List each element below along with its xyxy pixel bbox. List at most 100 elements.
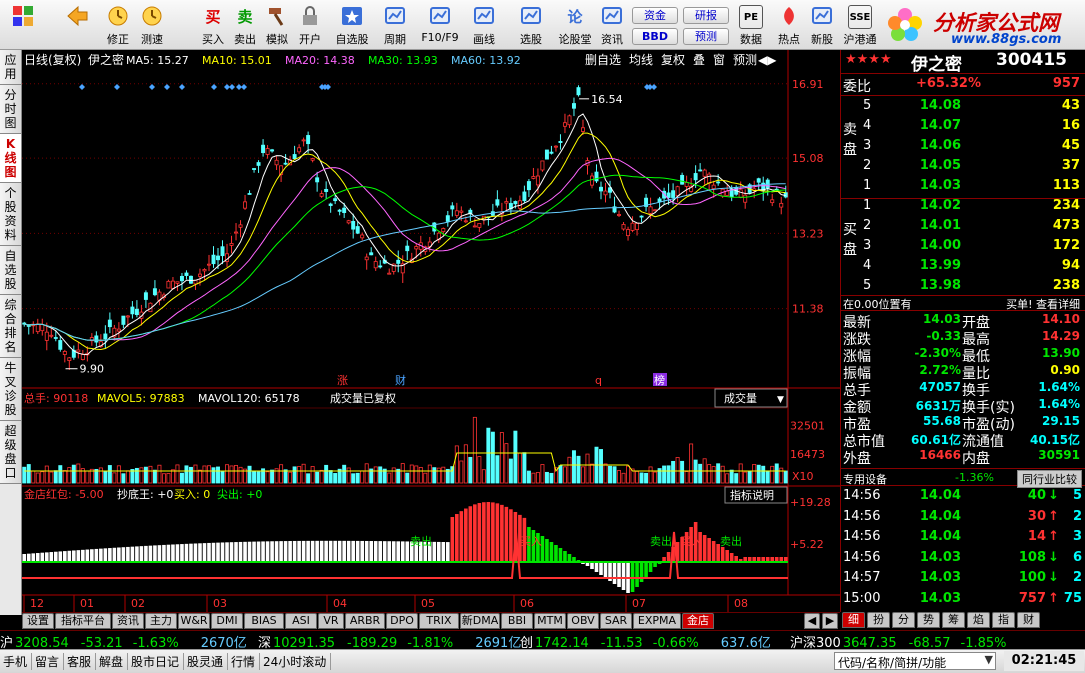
indicator-tab-0[interactable]: 设置 (22, 613, 54, 629)
info-button[interactable]: 资讯 (597, 3, 627, 48)
quote-tab-6[interactable]: 指 (992, 612, 1015, 628)
indicator-tab-8[interactable]: VR (318, 613, 344, 629)
sidebar-tab-5[interactable]: 综合排名 (0, 295, 21, 358)
chart-menu-icon[interactable]: ◀▶ (758, 53, 777, 67)
status-item-4[interactable]: 股市日记 (131, 653, 185, 670)
status-item-2[interactable]: 客服 (67, 653, 97, 670)
simulate-button[interactable]: 模拟 (263, 3, 291, 48)
level-label: 5 (863, 278, 872, 293)
sidebar-tab-3[interactable]: 个股资料 (0, 183, 21, 246)
event-marker-2[interactable]: q (595, 374, 602, 387)
status-item-1[interactable]: 留言 (35, 653, 65, 670)
sell-level-5[interactable]: 5 14.08 43 (841, 98, 1085, 118)
indicator-tab-1[interactable]: 指标平台 (55, 613, 111, 629)
chart-tab-3[interactable]: 叠 (693, 53, 705, 67)
indicator-tab-10[interactable]: DPO (386, 613, 418, 629)
indicator-tab-3[interactable]: 主力 (145, 613, 177, 629)
sidebar-tab-6[interactable]: 牛叉诊股 (0, 358, 21, 421)
buy-level-3[interactable]: 3 14.00 172 (841, 238, 1085, 258)
chart-tab-5[interactable]: 预测 (733, 53, 757, 67)
test-button[interactable]: 测速 (136, 3, 168, 48)
pick-stock-button[interactable]: 选股 (512, 3, 550, 48)
quote-tab-2[interactable]: 分 (892, 612, 915, 628)
status-item-5[interactable]: 股灵通 (187, 653, 229, 670)
tab-scroll-left-icon[interactable]: ◀ (804, 613, 820, 629)
indicator-bar (319, 540, 324, 562)
sidebar-tab-0[interactable]: 应用 (0, 50, 21, 85)
hk-connect-button[interactable]: SSE 沪港通 (842, 3, 878, 48)
sidebar-tab-4[interactable]: 自选股 (0, 246, 21, 295)
candle (693, 173, 698, 181)
quote-tab-7[interactable]: 财 (1017, 612, 1040, 628)
draw-button[interactable]: 画线 (466, 3, 502, 48)
status-item-6[interactable]: 行情 (231, 653, 261, 670)
chart-tab-0[interactable]: 删自选 (585, 53, 621, 67)
industry-label[interactable]: 专用设备 (843, 471, 887, 487)
event-marker-0[interactable]: 涨 (337, 374, 348, 387)
self-select-button[interactable]: 自选股 (332, 3, 372, 48)
indicator-tab-14[interactable]: MTM (534, 613, 566, 629)
indicator-tab-2[interactable]: 资讯 (112, 613, 144, 629)
indicator-tab-17[interactable]: EXPMA (633, 613, 681, 629)
indicator-tab-15[interactable]: OBV (567, 613, 599, 629)
forum-button[interactable]: 论论股堂 (555, 3, 595, 48)
forecast-button[interactable]: 预测 (683, 28, 729, 45)
indicator-tab-11[interactable]: TRIX (419, 613, 459, 629)
sidebar-tab-1[interactable]: 分时图 (0, 85, 21, 134)
event-marker-1[interactable]: 财 (395, 373, 406, 387)
sell-level-1[interactable]: 1 14.03 113 (841, 178, 1085, 198)
hot-button[interactable]: 热点 (773, 3, 805, 48)
indicator-tab-9[interactable]: ARBR (345, 613, 385, 629)
indicator-tab-18[interactable]: 金店 (682, 613, 714, 629)
indicator-bar (94, 548, 99, 562)
indicator-tab-13[interactable]: BBI (501, 613, 533, 629)
sell-button[interactable]: 卖卖出 (231, 3, 259, 48)
fix-button[interactable]: 修正 (102, 3, 134, 48)
buy-button[interactable]: 买买入 (199, 3, 227, 48)
indicator-tab-6[interactable]: BIAS (244, 613, 284, 629)
status-item-7[interactable]: 24小时滚动 (263, 653, 332, 670)
fund-flow-button[interactable]: 资金 (632, 7, 678, 24)
status-item-0[interactable]: 手机 (3, 653, 33, 670)
quote-tab-3[interactable]: 势 (917, 612, 940, 628)
indicator-bar (49, 552, 54, 562)
back-button[interactable] (60, 3, 94, 48)
sidebar-tab-2[interactable]: K线图 (0, 134, 21, 183)
research-report-button[interactable]: 研报 (683, 7, 729, 24)
open-account-button[interactable]: 开户 (295, 3, 325, 48)
sell-level-4[interactable]: 4 14.07 16 (841, 118, 1085, 138)
event-marker-3[interactable]: 榜 (654, 373, 665, 387)
sell-level-3[interactable]: 3 14.06 45 (841, 138, 1085, 158)
buy-level-4[interactable]: 4 13.99 94 (841, 258, 1085, 278)
tab-scroll-right-icon[interactable]: ▶ (822, 613, 838, 629)
industry-compare-button[interactable]: 同行业比较 (1017, 470, 1082, 488)
indicator-tab-7[interactable]: ASI (285, 613, 317, 629)
volume-bar (31, 470, 36, 484)
status-item-3[interactable]: 解盘 (99, 653, 129, 670)
indicator-tab-4[interactable]: W&R (178, 613, 210, 629)
new-stock-button[interactable]: 新股 (807, 3, 837, 48)
search-box[interactable]: 代码/名称/简拼/功能 ▼ (834, 652, 996, 670)
window-button[interactable] (6, 3, 40, 48)
sidebar-tab-7[interactable]: 超级盘口 (0, 421, 21, 484)
chart-tab-4[interactable]: 窗 (713, 53, 725, 67)
indicator-tab-16[interactable]: SAR (600, 613, 632, 629)
buy-level-2[interactable]: 2 14.01 473 (841, 218, 1085, 238)
chart-tab-1[interactable]: 均线 (629, 53, 653, 67)
sell-level-2[interactable]: 2 14.05 37 (841, 158, 1085, 178)
f10-button[interactable]: F10/F9 (418, 3, 462, 48)
dropdown-icon[interactable]: ▼ (985, 653, 993, 666)
indicator-bar (256, 541, 261, 562)
chart-tab-2[interactable]: 复权 (661, 53, 685, 67)
indicator-tab-12[interactable]: 新DMA (460, 613, 500, 629)
quote-tab-0[interactable]: 细 (842, 612, 865, 628)
bbd-button[interactable]: BBD (632, 28, 678, 45)
quote-tab-5[interactable]: 焰 (967, 612, 990, 628)
indicator-tab-5[interactable]: DMI (211, 613, 243, 629)
quote-tab-1[interactable]: 扮 (867, 612, 890, 628)
quote-tab-4[interactable]: 筹 (942, 612, 965, 628)
position-detail-link[interactable]: 买单! 查看详细 (1006, 296, 1080, 312)
buy-level-1[interactable]: 1 14.02 234 (841, 198, 1085, 218)
data-button[interactable]: PE 数据 (735, 3, 767, 48)
period-button[interactable]: 周期 (378, 3, 412, 48)
